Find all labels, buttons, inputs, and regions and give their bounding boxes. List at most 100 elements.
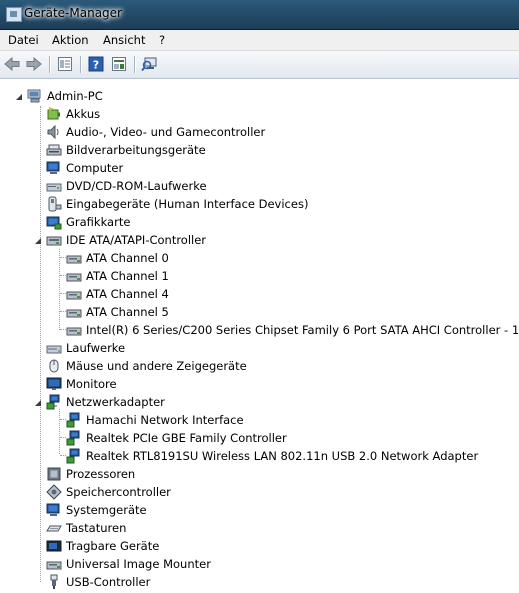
expand-arrow-icon[interactable] [33,123,43,141]
category-label: Universal Image Mounter [66,557,211,571]
toolbar-separator [80,56,82,73]
category-label: Systemgeräte [66,503,147,517]
tree-connector [59,249,60,330]
image-mounter-icon [46,556,62,572]
expand-arrow-icon[interactable] [33,177,43,195]
expand-arrow-icon[interactable] [33,519,43,537]
tree-category-computer[interactable]: Computer [33,159,123,177]
tree-category-bildverarbeitung[interactable]: Bildverarbeitungsgeräte [33,141,206,159]
tree-device-realtek-pcie[interactable]: Realtek PCIe GBE Family Controller [66,429,287,447]
tree-category-hid[interactable]: Eingabegeräte (Human Interface Devices) [33,195,308,213]
forward-icon[interactable] [25,55,43,73]
device-label: ATA Channel 4 [86,287,169,301]
ide-channel-icon [66,322,82,338]
back-icon[interactable] [3,55,21,73]
device-manager-app-icon [6,7,22,22]
properties-icon[interactable] [56,55,74,73]
category-label: Bildverarbeitungsgeräte [66,143,206,157]
device-label: Hamachi Network Interface [86,413,244,427]
portable-device-icon [46,538,62,554]
category-label: Laufwerke [66,341,126,355]
tree-category-akkus[interactable]: Akkus [33,105,100,123]
ide-channel-icon [66,286,82,302]
tree-device-ata-channel-1[interactable]: ATA Channel 1 [66,267,169,285]
expand-arrow-icon[interactable] [33,465,43,483]
category-label: Audio-, Video- und Gamecontroller [66,125,266,139]
tree-category-dvd[interactable]: DVD/CD-ROM-Laufwerke [33,177,207,195]
tree-category-speichercontroller[interactable]: Speichercontroller [33,483,171,501]
network-adapter-icon [66,430,82,446]
scan-hardware-icon[interactable] [141,55,159,73]
title-bar: Geräte-Manager [0,0,519,30]
battery-icon [46,106,62,122]
category-label: Tastaturen [66,521,127,535]
speaker-icon [46,124,62,140]
tree-category-systemgeraete[interactable]: Systemgeräte [33,501,147,519]
expand-arrow-icon[interactable] [33,195,43,213]
tree-category-prozessoren[interactable]: Prozessoren [33,465,135,483]
help-icon[interactable]: ? [87,55,105,73]
tree-category-usb-controller[interactable]: USB-Controller [33,573,150,591]
tree-device-hamachi[interactable]: Hamachi Network Interface [66,411,244,429]
collapse-arrow-icon[interactable] [14,87,24,105]
tree-category-audio[interactable]: Audio-, Video- und Gamecontroller [33,123,265,141]
tree-category-tastaturen[interactable]: Tastaturen [33,519,126,537]
expand-arrow-icon[interactable] [33,537,43,555]
device-label: Realtek PCIe GBE Family Controller [86,431,287,445]
network-adapter-icon [66,412,82,428]
system-devices-icon [46,502,62,518]
tree-device-realtek-wlan[interactable]: Realtek RTL8191SU Wireless LAN 802.11n U… [66,447,478,465]
expand-arrow-icon[interactable] [33,555,43,573]
expand-arrow-icon[interactable] [33,141,43,159]
device-label: ATA Channel 5 [86,305,169,319]
menu-datei[interactable]: Datei [8,33,39,47]
collapse-arrow-icon[interactable] [33,231,43,249]
device-label: ATA Channel 0 [86,251,169,265]
usb-icon [46,574,62,590]
tree-category-monitore[interactable]: Monitore [33,375,117,393]
tree-category-ide[interactable]: IDE ATA/ATAPI-Controller [33,231,206,249]
expand-arrow-icon[interactable] [33,573,43,591]
expand-arrow-icon[interactable] [33,105,43,123]
expand-arrow-icon[interactable] [33,501,43,519]
tree-category-netzwerkadapter[interactable]: Netzwerkadapter [33,393,165,411]
expand-arrow-icon[interactable] [33,483,43,501]
tree-device-ata-channel-5[interactable]: ATA Channel 5 [66,303,169,321]
toolbar-separator [134,56,136,73]
network-adapter-icon [66,448,82,464]
tree-root-admin-pc[interactable]: Admin-PC [14,87,103,105]
tree-category-maeuse[interactable]: Mäuse und andere Zeigegeräte [33,357,247,375]
expand-arrow-icon[interactable] [33,375,43,393]
category-label: DVD/CD-ROM-Laufwerke [66,179,207,193]
collapse-arrow-icon[interactable] [33,393,43,411]
tree-device-sata-ahci-controller[interactable]: Intel(R) 6 Series/C200 Series Chipset Fa… [66,321,519,339]
tree-category-universal-image-mounter[interactable]: Universal Image Mounter [33,555,211,573]
tree-root-label: Admin-PC [47,89,103,103]
show-hidden-icon[interactable] [110,55,128,73]
category-label: Netzwerkadapter [66,395,165,409]
svg-text:?: ? [93,59,99,72]
toolbar-separator [49,56,51,73]
menu-ansicht[interactable]: Ansicht [103,33,145,47]
dvd-drive-icon [46,178,62,194]
tree-category-grafikkarte[interactable]: Grafikkarte [33,213,130,231]
tree-category-tragbare-geraete[interactable]: Tragbare Geräte [33,537,159,555]
expand-arrow-icon[interactable] [33,357,43,375]
tree-device-ata-channel-0[interactable]: ATA Channel 0 [66,249,169,267]
category-label: Grafikkarte [66,215,131,229]
network-adapter-icon [46,394,62,410]
expand-arrow-icon[interactable] [33,159,43,177]
expand-arrow-icon[interactable] [33,339,43,357]
ide-controller-icon [46,232,62,248]
tree-device-ata-channel-4[interactable]: ATA Channel 4 [66,285,169,303]
category-label: Tragbare Geräte [66,539,160,553]
expand-arrow-icon[interactable] [33,213,43,231]
tree-category-laufwerke[interactable]: Laufwerke [33,339,125,357]
storage-controller-icon [46,484,62,500]
menu-aktion[interactable]: Aktion [52,33,89,47]
display-adapter-icon [46,214,62,230]
processor-icon [46,466,62,482]
category-label: Mäuse und andere Zeigegeräte [66,359,247,373]
menu-help[interactable]: ? [159,33,165,47]
device-tree: Admin-PC Akkus Audio-, Video- und Gameco… [0,79,519,592]
